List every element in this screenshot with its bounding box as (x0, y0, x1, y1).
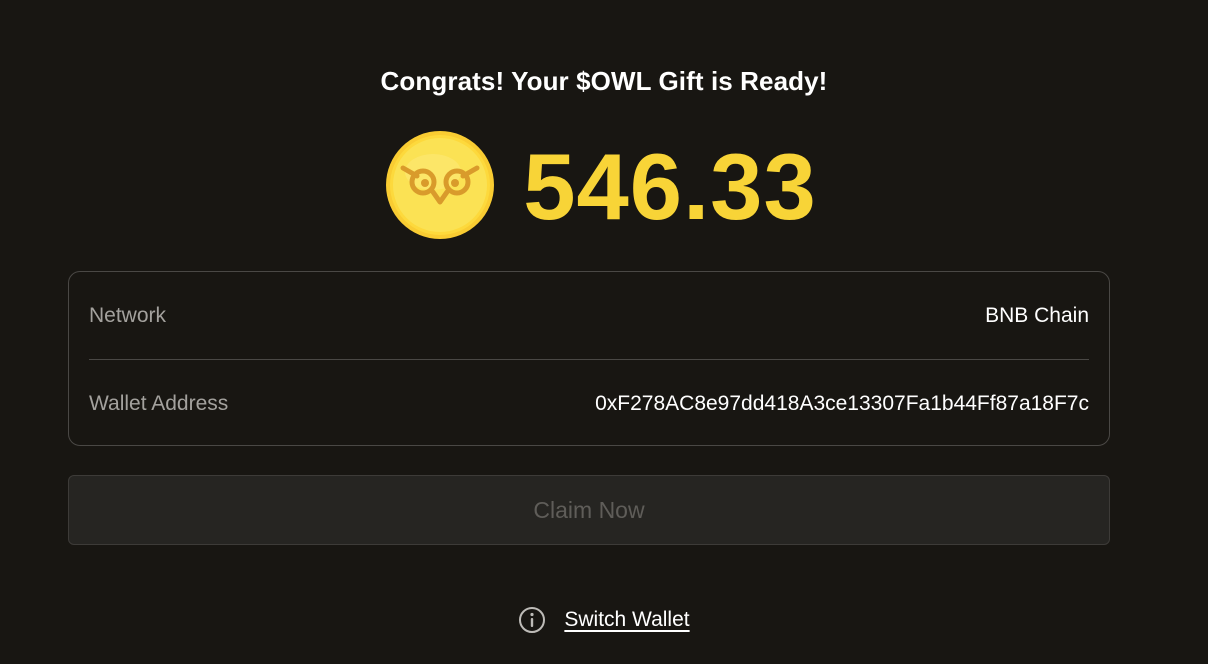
page-title: Congrats! Your $OWL Gift is Ready! (380, 66, 828, 96)
claim-now-button[interactable]: Claim Now (68, 475, 1110, 545)
network-row: Network BNB Chain (89, 294, 1089, 338)
wallet-address-value: 0xF278AC8e97dd418A3ce13307Fa1b44Ff87a18F… (595, 392, 1089, 415)
owl-coin-icon (386, 131, 495, 239)
switch-wallet-link[interactable]: Switch Wallet (564, 608, 689, 632)
wallet-row: Wallet Address 0xF278AC8e97dd418A3ce1330… (89, 382, 1089, 426)
gift-amount: 546.33 (523, 134, 817, 239)
network-value: BNB Chain (985, 304, 1089, 327)
divider (89, 359, 1089, 360)
network-label: Network (89, 304, 167, 327)
switch-wallet-row: Switch Wallet (0, 604, 1208, 636)
info-circle-icon (519, 607, 546, 633)
details-card: Network BNB Chain Wallet Address 0xF278A… (68, 271, 1110, 446)
claim-gift-page: Congrats! Your $OWL Gift is Ready! 546.3… (0, 0, 1208, 664)
amount-display: 546.33 (0, 130, 1208, 240)
wallet-address-label: Wallet Address (89, 392, 229, 415)
